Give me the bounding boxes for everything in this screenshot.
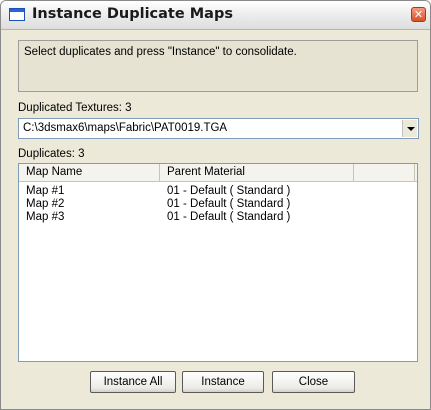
- chevron-down-icon[interactable]: [402, 120, 417, 137]
- window-title: Instance Duplicate Maps: [32, 6, 233, 22]
- instance-duplicate-maps-dialog: Instance Duplicate Maps ✕ Select duplica…: [0, 0, 431, 410]
- table-row[interactable]: Map #1 01 - Default ( Standard ): [19, 185, 417, 198]
- parent-material-cell: 01 - Default ( Standard ): [167, 211, 291, 223]
- parent-material-cell: 01 - Default ( Standard ): [167, 185, 291, 197]
- column-header-parent-material[interactable]: Parent Material: [160, 164, 354, 181]
- instance-button[interactable]: Instance: [182, 371, 264, 393]
- duplicated-textures-label: Duplicated Textures: 3: [18, 102, 132, 114]
- instance-all-button[interactable]: Instance All: [90, 371, 176, 393]
- info-text: Select duplicates and press "Instance" t…: [24, 46, 297, 58]
- duplicated-textures-dropdown[interactable]: C:\3dsmax6\maps\Fabric\PAT0019.TGA: [18, 118, 419, 139]
- list-header: Map Name Parent Material: [19, 164, 417, 182]
- close-button[interactable]: Close: [272, 371, 355, 393]
- map-name-cell: Map #1: [26, 185, 65, 197]
- info-panel: Select duplicates and press "Instance" t…: [18, 40, 418, 92]
- duplicated-textures-selected: C:\3dsmax6\maps\Fabric\PAT0019.TGA: [23, 122, 228, 134]
- table-row[interactable]: Map #3 01 - Default ( Standard ): [19, 211, 417, 224]
- column-header-empty[interactable]: [354, 164, 415, 181]
- parent-material-cell: 01 - Default ( Standard ): [167, 198, 291, 210]
- map-name-cell: Map #3: [26, 211, 65, 223]
- title-bar[interactable]: Instance Duplicate Maps ✕: [1, 1, 430, 30]
- close-icon[interactable]: ✕: [411, 7, 426, 22]
- duplicates-label: Duplicates: 3: [18, 148, 85, 160]
- map-name-cell: Map #2: [26, 198, 65, 210]
- window-icon: [9, 8, 25, 21]
- table-row[interactable]: Map #2 01 - Default ( Standard ): [19, 198, 417, 211]
- column-header-map-name[interactable]: Map Name: [19, 164, 160, 181]
- duplicates-list[interactable]: Map Name Parent Material Map #1 01 - Def…: [18, 163, 418, 362]
